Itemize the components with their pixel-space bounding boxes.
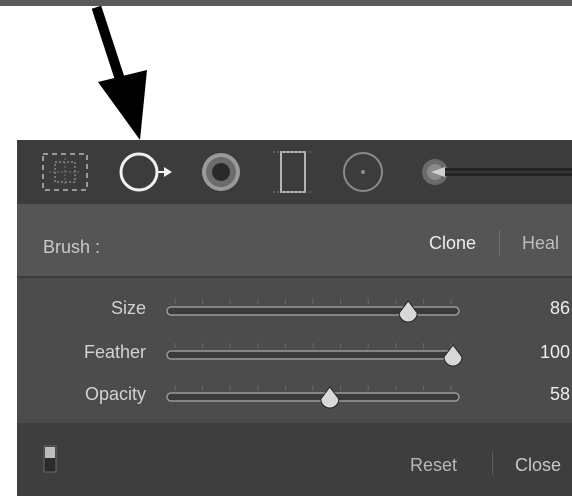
heal-mode-button[interactable]: Heal [522, 233, 559, 254]
feather-value: 100 [539, 342, 570, 362]
feather-slider-row: Feather 100 [17, 335, 572, 373]
slider-thumb[interactable] [398, 300, 418, 323]
slider-thumb[interactable] [320, 386, 340, 409]
reset-button[interactable]: Reset [410, 455, 457, 476]
graduated-filter-icon[interactable] [269, 148, 317, 196]
spot-removal-icon[interactable] [115, 148, 177, 196]
mode-separator [499, 230, 500, 256]
size-value: 86 [549, 298, 570, 318]
opacity-label: Opacity [84, 384, 146, 404]
panel-toggle-icon[interactable] [43, 445, 57, 473]
feather-label: Feather [83, 342, 146, 362]
close-button[interactable]: Close [515, 455, 561, 476]
red-eye-correction-icon[interactable] [195, 148, 247, 196]
opacity-value: 58 [549, 384, 570, 404]
clone-mode-button[interactable]: Clone [429, 233, 476, 254]
size-label: Size [110, 298, 146, 318]
brush-label: Brush : [43, 237, 101, 257]
spot-removal-panel: Brush : Clone Heal Size 86 Feather 100 O… [17, 140, 572, 496]
crop-overlay-icon[interactable] [39, 148, 91, 196]
size-slider[interactable] [157, 295, 469, 325]
panel-footer [17, 423, 572, 496]
pointer-arrow-icon [91, 5, 147, 140]
radial-filter-icon[interactable] [337, 148, 389, 196]
size-slider-row: Size 86 [17, 291, 572, 329]
section-divider [17, 276, 572, 278]
opacity-slider[interactable] [157, 381, 469, 411]
opacity-slider-row: Opacity 58 [17, 377, 572, 415]
footer-separator [492, 451, 493, 475]
feather-slider[interactable] [157, 339, 469, 369]
adjustment-brush-icon[interactable] [415, 148, 572, 196]
tool-strip [17, 140, 572, 204]
slider-thumb[interactable] [443, 344, 463, 367]
brush-mode-row: Brush : Clone Heal [17, 204, 572, 276]
